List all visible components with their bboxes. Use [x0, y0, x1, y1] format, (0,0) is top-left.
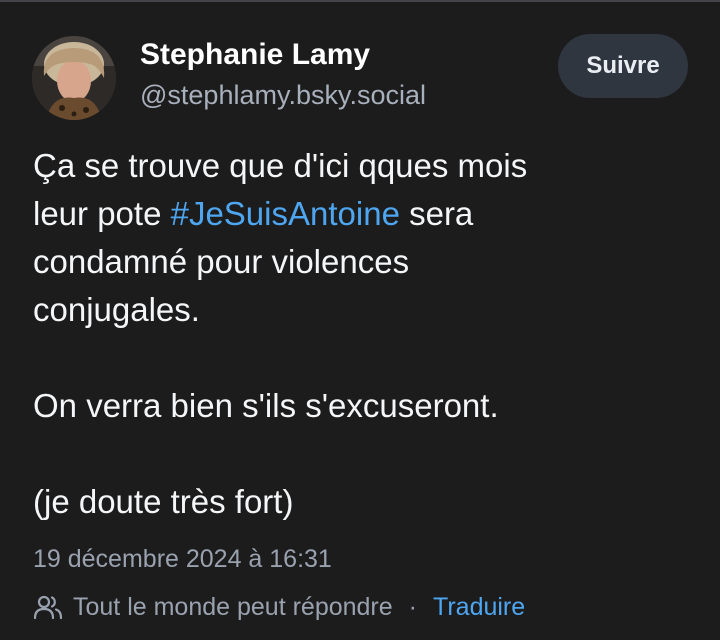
author-handle[interactable]: @stephlamy.bsky.social [140, 80, 426, 111]
post-text: Ça se trouve que d'ici qques mois leur p… [33, 142, 673, 526]
profile-photo-icon [32, 36, 116, 120]
author-name[interactable]: Stephanie Lamy [140, 38, 370, 72]
people-icon [33, 594, 63, 620]
post-timestamp[interactable]: 19 décembre 2024 à 16:31 [33, 545, 332, 574]
post-text-segment: leur pote [33, 195, 171, 232]
top-border [0, 0, 720, 2]
avatar[interactable] [32, 36, 116, 120]
post-line: (je doute très fort) [33, 483, 294, 520]
translate-link[interactable]: Traduire [433, 593, 525, 622]
post-line: Ça se trouve que d'ici qques mois [33, 147, 528, 184]
reply-setting-label[interactable]: Tout le monde peut répondre [73, 593, 393, 622]
post-line: condamné pour violences [33, 243, 410, 280]
hashtag-link[interactable]: #JeSuisAntoine [171, 195, 400, 232]
post-line: conjugales. [33, 291, 200, 328]
post-line: leur pote #JeSuisAntoine sera [33, 190, 673, 238]
separator-dot: · [408, 592, 417, 621]
post-meta-row: Tout le monde peut répondre · Traduire [33, 590, 525, 624]
post-line: On verra bien s'ils s'excuseront. [33, 387, 499, 424]
follow-button[interactable]: Suivre [558, 34, 688, 98]
post-text-segment: sera [399, 195, 474, 232]
